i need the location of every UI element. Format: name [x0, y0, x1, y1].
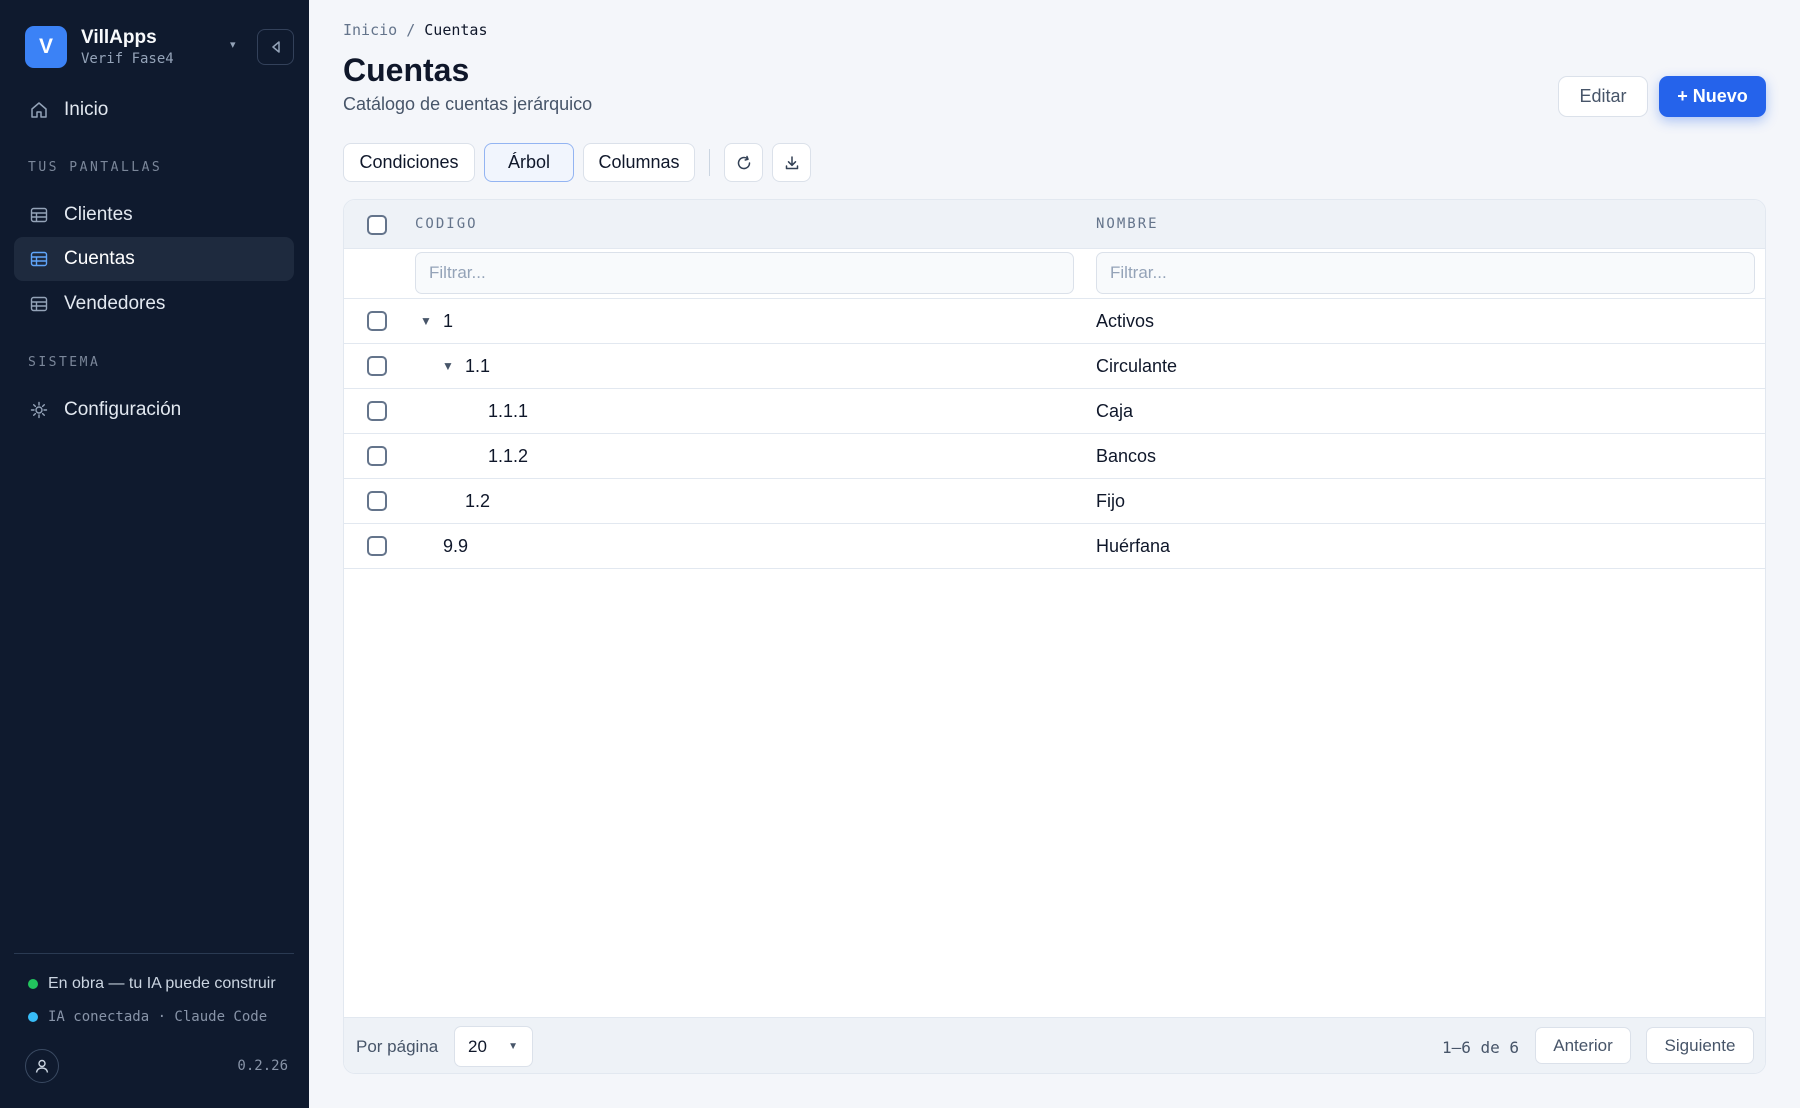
column-header-codigo[interactable]: CODIGO — [415, 216, 478, 232]
refresh-button[interactable] — [724, 143, 763, 182]
chevron-down-icon: ▼ — [508, 1041, 518, 1052]
expand-caret-icon[interactable]: ▼ — [442, 359, 454, 373]
table-header: CODIGO NOMBRE — [344, 200, 1765, 249]
conditions-button[interactable]: Condiciones — [343, 143, 475, 182]
cell-nombre: Circulante — [1096, 356, 1178, 376]
nav-item-cuentas[interactable]: Cuentas — [14, 237, 294, 281]
nav-section-system: SISTEMA — [28, 355, 101, 370]
column-header-nombre[interactable]: NOMBRE — [1096, 216, 1159, 232]
filter-row — [344, 249, 1765, 299]
nombre-filter-input[interactable] — [1096, 252, 1755, 294]
previous-page-button[interactable]: Anterior — [1535, 1027, 1631, 1064]
cell-codigo: 1.1 — [465, 356, 491, 376]
per-page-value: 20 — [468, 1036, 487, 1056]
tree-view-button[interactable]: Árbol — [484, 143, 574, 182]
table-row[interactable]: 1.2 Fijo — [344, 479, 1765, 524]
table-icon — [30, 250, 48, 268]
nav-item-configuracion[interactable]: Configuración — [14, 388, 294, 432]
collapse-icon — [271, 41, 280, 53]
build-status: En obra — tu IA puede construir — [28, 975, 276, 993]
expand-caret-icon[interactable]: ▼ — [420, 314, 432, 328]
app-version: 0.2.26 — [237, 1058, 288, 1074]
ai-status-text: IA conectada · Claude Code — [48, 1009, 268, 1025]
nav-section-screens: TUS PANTALLAS — [28, 160, 163, 175]
status-dot-blue — [28, 1012, 38, 1022]
nav-item-vendedores[interactable]: Vendedores — [14, 282, 294, 326]
table-icon — [30, 295, 48, 313]
accounts-table: CODIGO NOMBRE ▼ 1 Activos ▼ 1.1 Circulan… — [343, 199, 1766, 1074]
row-checkbox[interactable] — [367, 356, 387, 376]
per-page-label: Por página — [356, 1037, 439, 1056]
nav-item-label: Vendedores — [64, 293, 166, 314]
cell-nombre: Activos — [1096, 311, 1155, 331]
row-checkbox[interactable] — [367, 401, 387, 421]
refresh-icon — [737, 155, 750, 169]
new-button[interactable]: + Nuevo — [1659, 76, 1766, 117]
row-checkbox[interactable] — [367, 311, 387, 331]
codigo-filter-input[interactable] — [415, 252, 1074, 294]
breadcrumb-home[interactable]: Inicio — [343, 21, 397, 39]
table-icon — [30, 206, 48, 224]
columns-button[interactable]: Columnas — [583, 143, 695, 182]
table-row[interactable]: 1.1.2 Bancos — [344, 434, 1765, 479]
next-page-button[interactable]: Siguiente — [1646, 1027, 1754, 1064]
cell-codigo: 9.9 — [443, 536, 469, 556]
nav-item-inicio[interactable]: Inicio — [14, 88, 294, 132]
cell-nombre: Fijo — [1096, 491, 1126, 511]
cell-codigo: 1 — [443, 311, 454, 331]
select-all-checkbox[interactable] — [367, 215, 387, 235]
collapse-sidebar-button[interactable] — [257, 29, 294, 65]
nav-item-clientes[interactable]: Clientes — [14, 193, 294, 237]
cell-codigo: 1.1.2 — [488, 446, 529, 466]
sidebar-divider — [14, 953, 294, 954]
home-icon — [30, 101, 48, 119]
status-dot-green — [28, 979, 38, 989]
user-icon — [35, 1059, 49, 1073]
table-row[interactable]: 9.9 Huérfana — [344, 524, 1765, 569]
cell-codigo: 1.2 — [465, 491, 491, 511]
row-checkbox[interactable] — [367, 491, 387, 511]
table-row[interactable]: 1.1.1 Caja — [344, 389, 1765, 434]
nav-item-label: Inicio — [64, 99, 109, 120]
cell-nombre: Bancos — [1096, 446, 1157, 466]
sun-gear-icon — [30, 401, 48, 419]
table-footer: Por página 20 ▼ 1–6 de 6 Anterior Siguie… — [344, 1017, 1765, 1073]
build-status-text: En obra — tu IA puede construir — [48, 975, 276, 992]
download-icon — [785, 155, 798, 169]
user-avatar[interactable] — [25, 1049, 59, 1083]
sidebar: V VillApps Verif Fase4 ▾ Inicio TUS PANT… — [0, 0, 309, 1108]
ai-status: IA conectada · Claude Code — [28, 1009, 267, 1025]
workspace-switcher[interactable]: V VillApps Verif Fase4 ▾ — [25, 26, 295, 70]
download-button[interactable] — [772, 143, 811, 182]
toolbar-separator — [709, 149, 710, 176]
nav-item-label: Configuración — [64, 399, 182, 420]
table-row[interactable]: ▼ 1.1 Circulante — [344, 344, 1765, 389]
page-title: Cuentas — [343, 52, 470, 88]
chevron-down-icon[interactable]: ▾ — [230, 38, 236, 51]
table-row[interactable]: ▼ 1 Activos — [344, 299, 1765, 344]
cell-nombre: Caja — [1096, 401, 1134, 421]
page-subtitle: Catálogo de cuentas jerárquico — [343, 94, 593, 114]
edit-button[interactable]: Editar — [1558, 76, 1648, 117]
per-page-select[interactable]: 20 ▼ — [454, 1026, 533, 1067]
row-checkbox[interactable] — [367, 536, 387, 556]
breadcrumb-separator: / — [406, 21, 416, 39]
cell-codigo: 1.1.1 — [488, 401, 529, 421]
pagination-range: 1–6 de 6 — [1442, 1038, 1520, 1057]
breadcrumb-current: Cuentas — [424, 21, 488, 39]
workspace-name: Verif Fase4 — [81, 51, 174, 67]
app-name: VillApps — [81, 27, 157, 48]
nav-item-label: Cuentas — [64, 248, 135, 269]
row-checkbox[interactable] — [367, 446, 387, 466]
nav-item-label: Clientes — [64, 204, 133, 225]
app-logo: V — [25, 26, 67, 68]
cell-nombre: Huérfana — [1096, 536, 1171, 556]
breadcrumb: Inicio / Cuentas — [343, 21, 488, 39]
